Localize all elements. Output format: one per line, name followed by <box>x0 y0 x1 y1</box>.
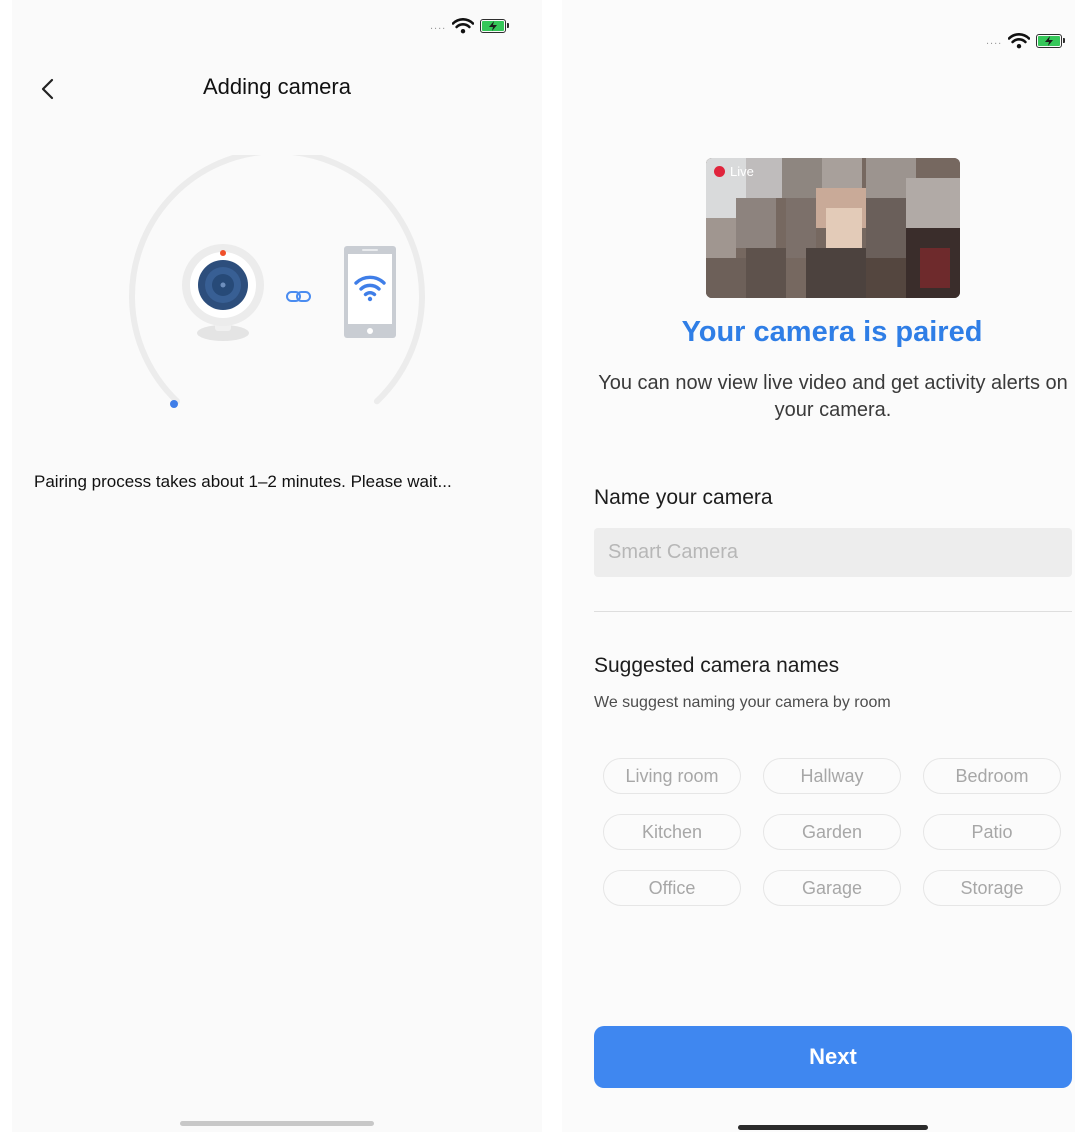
chip-patio[interactable]: Patio <box>923 814 1061 850</box>
home-indicator[interactable] <box>738 1125 928 1130</box>
suggested-names-subtitle: We suggest naming your camera by room <box>594 694 891 711</box>
link-icon <box>286 291 311 302</box>
divider <box>594 611 1072 612</box>
chip-bedroom[interactable]: Bedroom <box>923 758 1061 794</box>
chip-office[interactable]: Office <box>603 870 741 906</box>
live-badge: Live <box>714 164 754 179</box>
home-indicator[interactable] <box>180 1121 374 1126</box>
name-camera-label: Name your camera <box>594 486 773 509</box>
live-label: Live <box>730 164 754 179</box>
camera-name-input[interactable] <box>594 528 1072 577</box>
camera-paired-screen: .... Live Your camera is paired You can … <box>562 0 1075 1132</box>
adding-camera-screen: .... Adding camera Pairing process takes… <box>12 0 542 1132</box>
battery-charging-icon <box>1036 34 1066 48</box>
chip-kitchen[interactable]: Kitchen <box>603 814 741 850</box>
phone-wifi-icon <box>344 246 396 338</box>
wifi-icon <box>1008 33 1031 49</box>
status-bar: .... <box>986 33 1066 49</box>
signal-dots: .... <box>986 35 1003 47</box>
signal-dots: .... <box>430 20 447 32</box>
page-title: Adding camera <box>203 74 351 99</box>
chip-garage[interactable]: Garage <box>763 870 901 906</box>
live-preview[interactable]: Live <box>706 158 960 298</box>
webcam-icon <box>182 244 264 341</box>
next-button[interactable]: Next <box>594 1026 1072 1088</box>
pairing-message: Pairing process takes about 1–2 minutes.… <box>34 472 452 491</box>
chip-garden[interactable]: Garden <box>763 814 901 850</box>
wifi-icon <box>452 18 475 34</box>
chip-hallway[interactable]: Hallway <box>763 758 901 794</box>
status-bar: .... <box>430 18 510 34</box>
chip-living-room[interactable]: Living room <box>603 758 741 794</box>
battery-charging-icon <box>480 19 510 33</box>
paired-title: Your camera is paired <box>681 316 983 348</box>
record-dot-icon <box>714 166 725 177</box>
chip-storage[interactable]: Storage <box>923 870 1061 906</box>
pairing-illustration <box>122 148 432 425</box>
suggested-names-title: Suggested camera names <box>594 654 840 677</box>
progress-dot <box>170 400 178 408</box>
paired-description: You can now view live video and get acti… <box>598 372 1068 421</box>
